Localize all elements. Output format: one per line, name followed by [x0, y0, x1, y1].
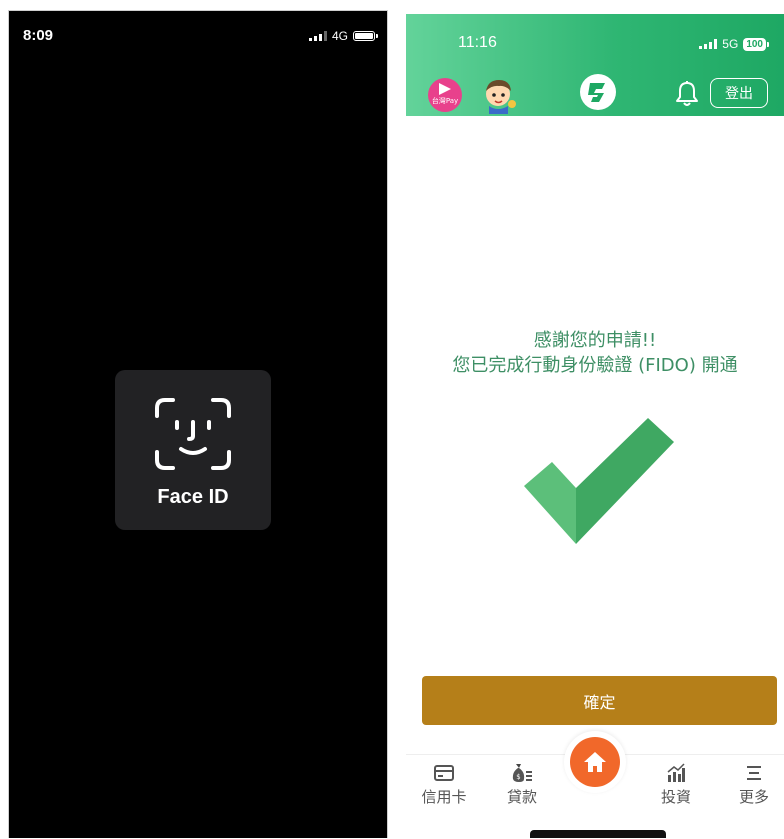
credit-card-icon: [434, 765, 454, 781]
network-type: 5G: [722, 37, 739, 51]
app-header: 11:16 5G 100 台灣Pay 登出: [406, 14, 784, 116]
status-bar: 4G: [308, 29, 378, 43]
success-message: 感謝您的申請!! 您已完成行動身份驗證 (FIDO) 開通: [406, 328, 784, 378]
bottom-tab-bar: 信用卡 $ 貸款 投資 更多: [406, 731, 784, 839]
svg-text:$: $: [516, 773, 520, 781]
status-time: 8:09: [23, 27, 54, 44]
network-type: 4G: [331, 29, 348, 43]
face-id-icon: [155, 398, 231, 470]
logout-button[interactable]: 登出: [710, 78, 768, 108]
face-id-dialog: Face ID: [115, 370, 271, 530]
tab-credit-card[interactable]: 信用卡: [414, 761, 474, 807]
pay-label: 台灣Pay: [431, 97, 459, 105]
battery-icon: 100: [743, 37, 769, 51]
thanks-line: 感謝您的申請!!: [533, 330, 657, 351]
home-indicator: [530, 830, 666, 838]
taiwan-pay-icon[interactable]: 台灣Pay: [428, 78, 462, 112]
bank-logo-icon[interactable]: [578, 72, 618, 112]
face-id-label: Face ID: [157, 486, 229, 508]
tab-loan[interactable]: $ 貸款: [492, 761, 552, 807]
menu-icon: [747, 766, 761, 780]
bell-icon[interactable]: [674, 80, 700, 108]
loan-bag-icon: $: [512, 764, 532, 782]
fido-complete-line: 您已完成行動身份驗證 (FIDO) 開通: [452, 355, 738, 376]
tab-label: 信用卡: [421, 788, 467, 806]
battery-icon: [353, 31, 378, 41]
tab-label: 貸款: [506, 788, 537, 806]
tab-more[interactable]: 更多: [724, 761, 784, 807]
tab-home[interactable]: [564, 731, 626, 793]
status-time: 11:16: [458, 34, 497, 51]
checkmark-icon: [524, 418, 674, 544]
investment-chart-icon: [667, 763, 685, 782]
confirm-button[interactable]: 確定: [422, 676, 777, 725]
mascot-icon[interactable]: [480, 76, 518, 114]
fido-success-screen: 11:16 5G 100 台灣Pay 登出 感謝您的申請!! 您已完成行動身份驗…: [406, 14, 784, 839]
face-id-screen: 8:09 4G Face ID: [8, 10, 388, 838]
tab-investment[interactable]: 投資: [646, 761, 706, 807]
signal-icon: [308, 31, 327, 41]
signal-icon: [699, 39, 718, 49]
tab-label: 投資: [660, 788, 691, 806]
home-icon: [584, 752, 606, 772]
status-bar: 5G 100: [699, 37, 769, 51]
tab-label: 更多: [738, 788, 769, 806]
